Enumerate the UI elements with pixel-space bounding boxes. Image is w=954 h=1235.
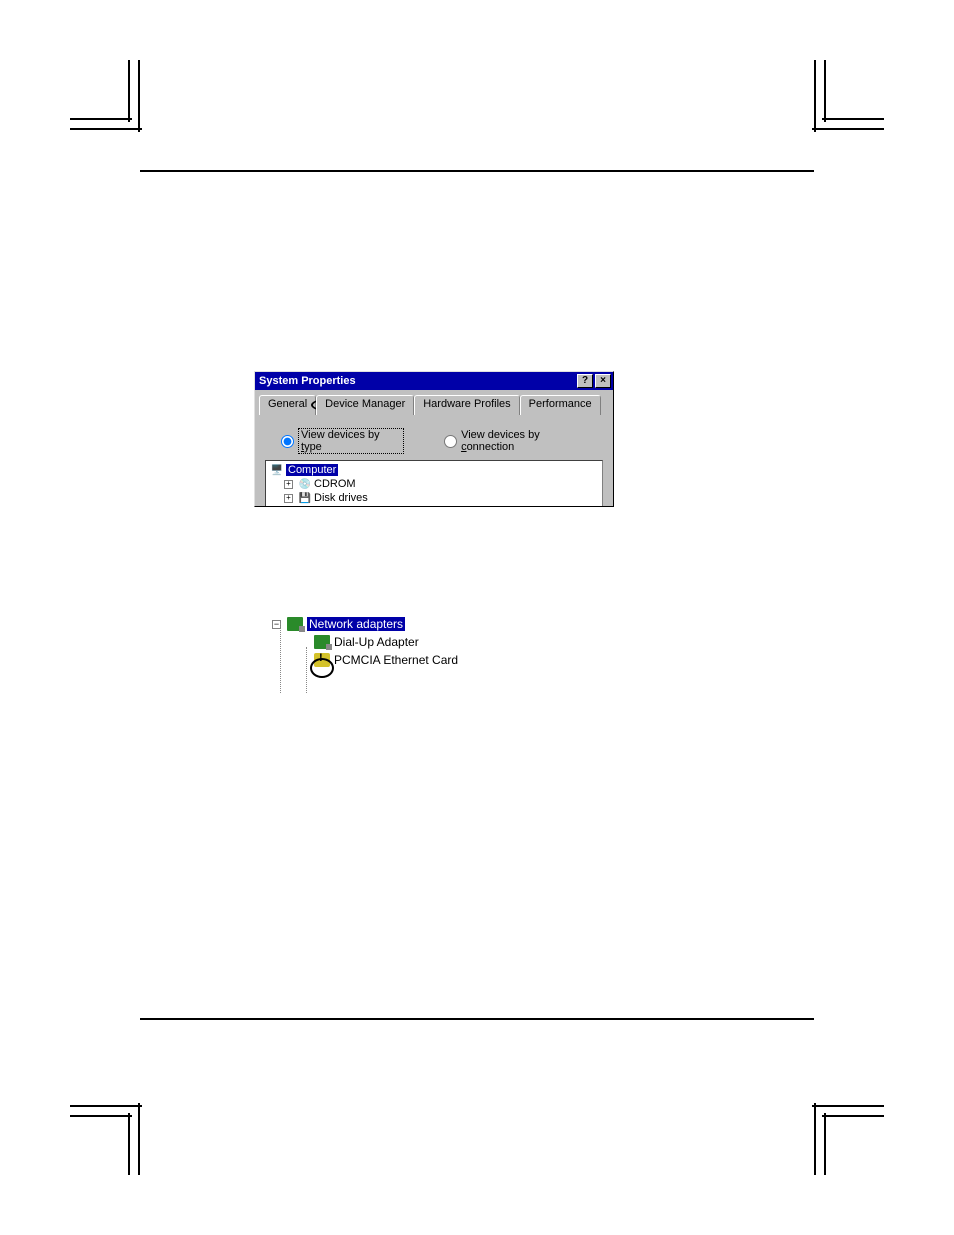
crop-mark-tr [804,60,884,140]
tab-hardware-profiles[interactable]: Hardware Profiles [414,395,519,415]
tab-device-manager[interactable]: Device Manager [316,395,414,415]
system-properties-window: System Properties ? × General Device Man… [254,371,614,507]
disk-icon: 💾 [298,492,312,504]
tree-node-display-adapters[interactable]: − 🖵 Display adapters [268,505,600,507]
tree-node-pcmcia-ethernet[interactable]: PCMCIA Ethernet Card [248,651,518,669]
tree-label-disk: Disk drives [314,492,368,504]
tree-node-disk-drives[interactable]: + 💾 Disk drives [268,491,600,505]
tab-general[interactable]: General [259,395,316,415]
network-adapters-snippet: − Network adapters Dial-Up Adapter PCMCI… [248,615,518,695]
radio-by-conn-suffix: onnection [467,441,515,453]
label-dial-up: Dial-Up Adapter [334,635,419,649]
label-network-adapters: Network adapters [307,617,405,631]
tree-label-cdrom: CDROM [314,478,356,490]
rule-bottom [140,1018,814,1020]
computer-icon: 🖥️ [270,464,284,476]
titlebar: System Properties ? × [255,372,613,390]
tab-performance[interactable]: Performance [520,395,601,415]
rule-top [140,170,814,172]
device-tree[interactable]: 🖥️ Computer + 💿 CDROM + 💾 Disk drives − … [265,460,603,507]
radio-by-type-prefix: View devices by [301,429,380,441]
display-icon: 🖵 [298,506,312,507]
expander-icon[interactable]: + [284,494,293,503]
radio-by-conn-prefix: View devices by [461,429,540,441]
crop-mark-br [804,1095,884,1175]
crop-mark-tl [70,60,150,140]
network-adapter-icon [314,635,330,649]
tree-label-computer: Computer [286,464,338,476]
close-button[interactable]: × [595,374,611,388]
radio-view-by-type[interactable]: View devices by type [281,428,404,454]
tree-line [280,623,281,693]
tree-node-network-adapters[interactable]: − Network adapters [248,615,518,633]
expander-icon[interactable]: + [284,480,293,489]
radio-view-by-connection[interactable]: View devices by connection [444,428,593,454]
tree-node-dial-up-adapter[interactable]: Dial-Up Adapter [248,633,518,651]
window-title: System Properties [259,375,356,387]
network-adapter-warning-icon [314,653,330,667]
crop-mark-bl [70,1095,150,1175]
cdrom-icon: 💿 [298,478,312,490]
help-button[interactable]: ? [577,374,593,388]
tree-node-cdrom[interactable]: + 💿 CDROM [268,477,600,491]
tree-node-computer[interactable]: 🖥️ Computer [268,463,600,477]
radio-by-type-suffix: ype [304,441,322,453]
tree-line-sub [306,647,307,693]
radio-by-conn-input[interactable] [444,435,457,448]
radio-by-type-input[interactable] [281,435,294,448]
network-adapter-icon [287,617,303,631]
tab-strip: General Device Manager Hardware Profiles… [259,394,609,414]
view-mode-row: View devices by type View devices by con… [255,414,613,460]
label-pcmcia: PCMCIA Ethernet Card [334,653,458,667]
tree-label-display: Display adapters [314,506,396,507]
